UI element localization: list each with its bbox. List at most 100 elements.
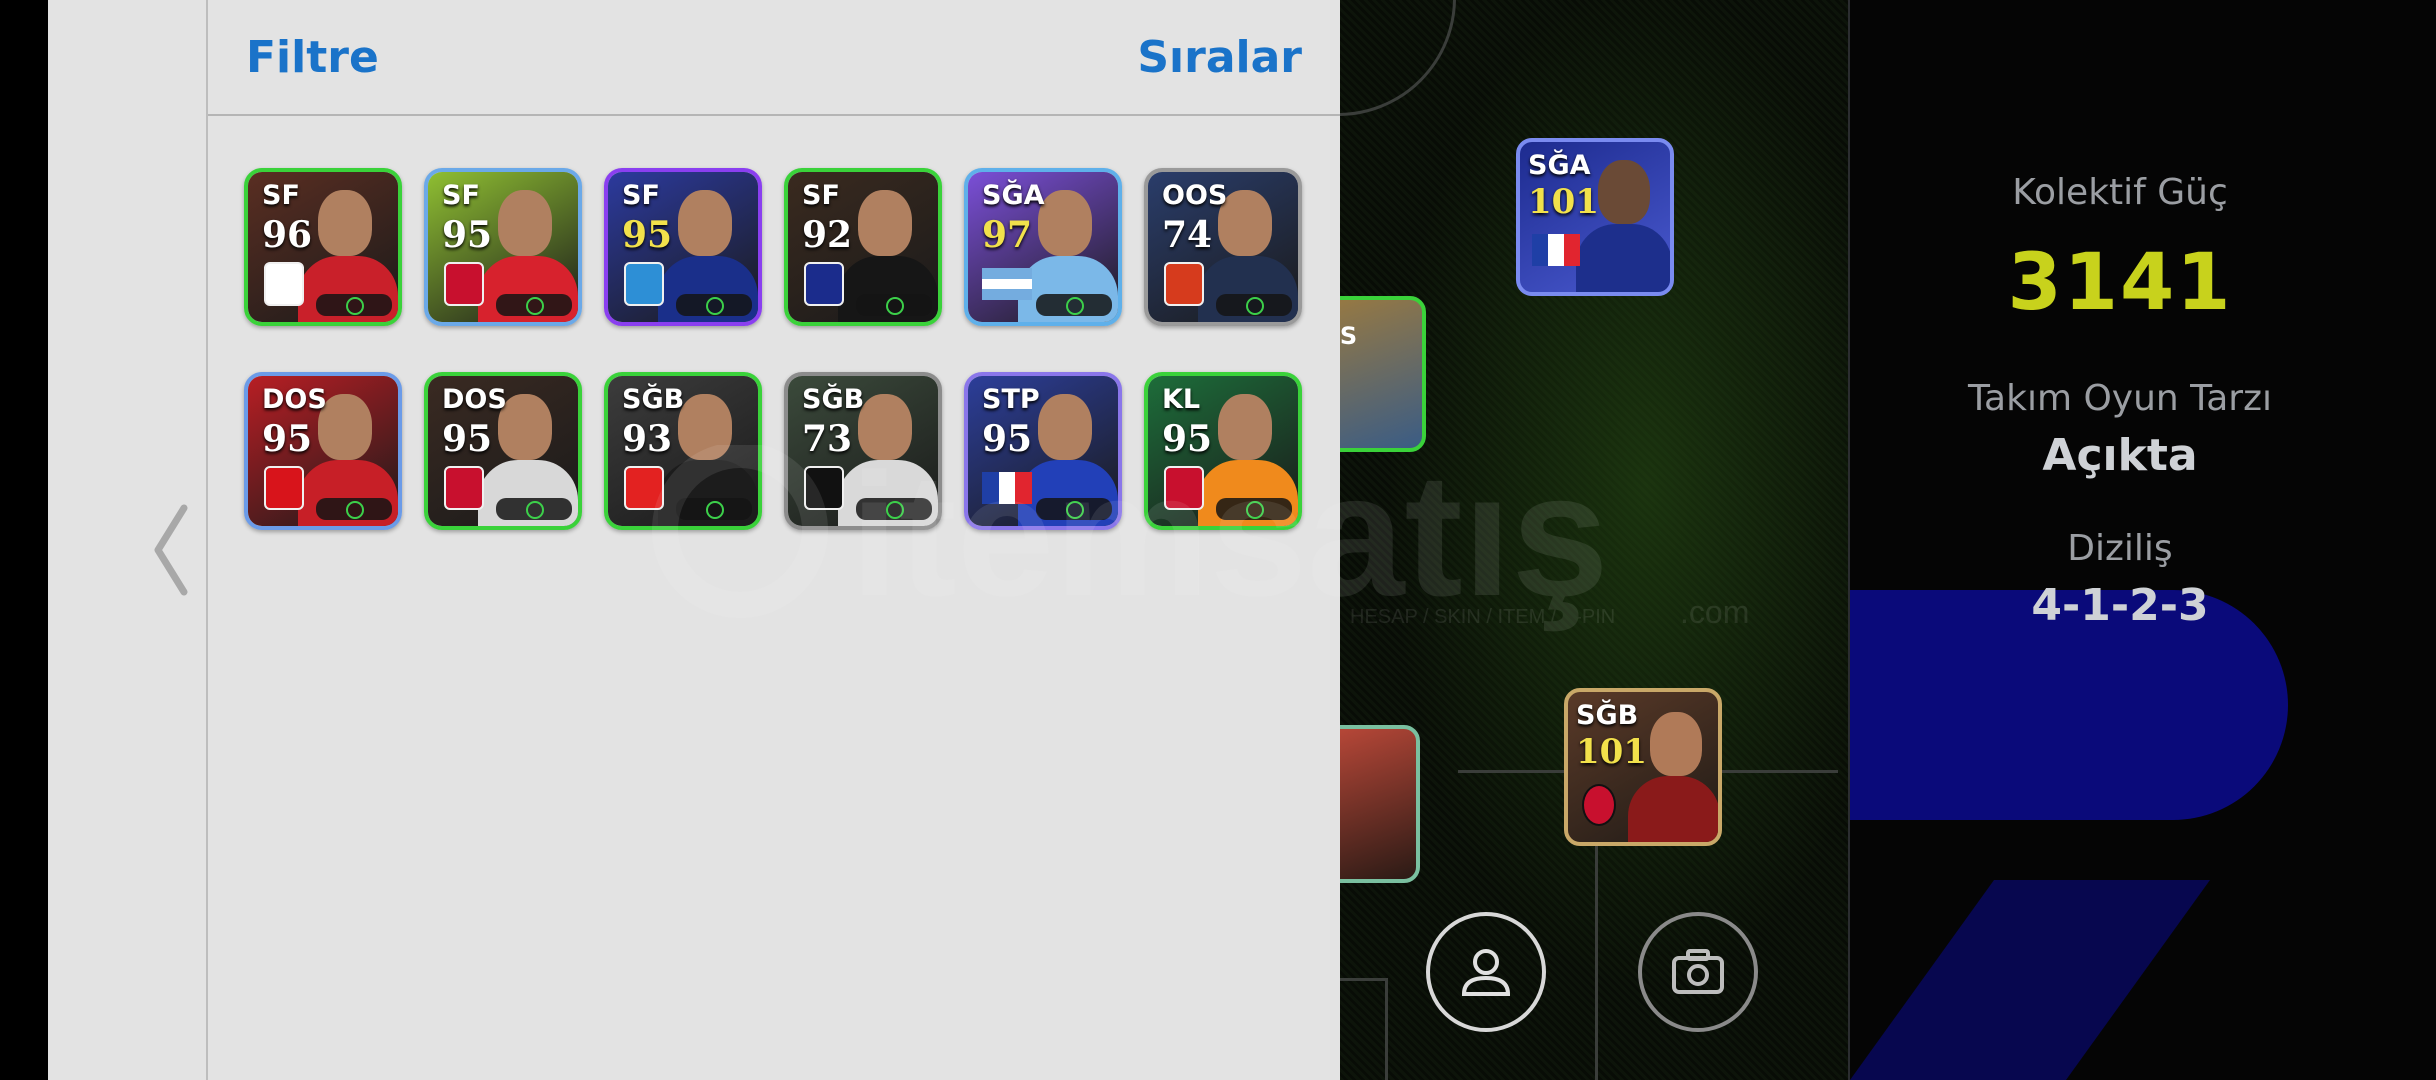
pitch-player-card-sga[interactable]: SĞA 101 bbox=[1516, 138, 1674, 296]
person-icon bbox=[1461, 949, 1511, 996]
club-badge-icon bbox=[624, 466, 664, 510]
player-card[interactable]: STP 95 bbox=[964, 372, 1122, 530]
chevron-left-icon[interactable] bbox=[150, 500, 190, 600]
player-rating: 95 bbox=[622, 214, 673, 256]
player-portrait bbox=[1218, 394, 1272, 460]
player-position: DOS bbox=[442, 384, 507, 415]
club-badge-icon bbox=[1582, 784, 1616, 826]
team-playstyle-value: Açıkta bbox=[2042, 430, 2198, 481]
card-skill-indicator bbox=[1036, 294, 1112, 316]
card-skill-indicator bbox=[856, 498, 932, 520]
panel-header: Filtre Sıralar bbox=[208, 0, 1340, 116]
profile-button[interactable] bbox=[1426, 912, 1546, 1032]
team-stats-panel: Kolektif Güç 3141 Takım Oyun Tarzı Açıkt… bbox=[1850, 0, 2436, 1080]
card-skill-indicator bbox=[676, 498, 752, 520]
player-position: OOS bbox=[1162, 180, 1228, 211]
player-portrait bbox=[498, 190, 552, 256]
player-portrait bbox=[678, 190, 732, 256]
player-card[interactable]: KL 95 bbox=[1144, 372, 1302, 530]
player-position: SĞB bbox=[622, 384, 685, 415]
club-badge-icon bbox=[1164, 262, 1204, 306]
player-rating: 92 bbox=[802, 214, 853, 256]
player-shirt bbox=[1628, 776, 1718, 842]
pitch-card-position: SĞB bbox=[1576, 700, 1639, 731]
player-portrait bbox=[1598, 160, 1650, 224]
player-card[interactable]: SF 95 bbox=[604, 168, 762, 326]
camera-button[interactable] bbox=[1638, 912, 1758, 1032]
player-position: SF bbox=[262, 180, 300, 211]
player-card[interactable]: SĞB 73 bbox=[784, 372, 942, 530]
club-badge-icon bbox=[624, 262, 664, 306]
pitch-player-card[interactable]: DS 2 bbox=[1340, 296, 1426, 452]
player-portrait bbox=[1038, 190, 1092, 256]
player-portrait bbox=[858, 394, 912, 460]
player-card[interactable]: SĞB 93 bbox=[604, 372, 762, 530]
player-rating: 95 bbox=[1162, 418, 1213, 460]
player-position: STP bbox=[982, 384, 1040, 415]
player-position: SF bbox=[622, 180, 660, 211]
card-skill-indicator bbox=[1216, 294, 1292, 316]
filter-button[interactable]: Filtre bbox=[246, 32, 379, 83]
card-skill-indicator bbox=[1216, 498, 1292, 520]
club-badge-icon bbox=[804, 466, 844, 510]
pitch-line bbox=[1340, 978, 1388, 981]
pitch-center-circle bbox=[1340, 0, 1456, 116]
player-card[interactable]: SĞA 97 bbox=[964, 168, 1122, 326]
club-badge-icon bbox=[264, 262, 304, 306]
player-card[interactable]: SF 95 bbox=[424, 168, 582, 326]
player-card[interactable]: SF 92 bbox=[784, 168, 942, 326]
player-position: DOS bbox=[262, 384, 327, 415]
camera-icon bbox=[1672, 949, 1724, 994]
player-position: SĞA bbox=[982, 180, 1045, 211]
player-shirt bbox=[1576, 224, 1670, 292]
player-position: SF bbox=[442, 180, 480, 211]
player-rating: 95 bbox=[982, 418, 1033, 460]
player-card[interactable]: OOS 74 bbox=[1144, 168, 1302, 326]
player-portrait bbox=[1038, 394, 1092, 460]
player-rating: 95 bbox=[442, 214, 493, 256]
france-flag-icon bbox=[1532, 234, 1580, 266]
player-rating: 93 bbox=[622, 418, 673, 460]
pitch-line bbox=[1385, 978, 1388, 1080]
team-playstyle-label: Takım Oyun Tarzı bbox=[1968, 378, 2272, 419]
player-position: SF bbox=[802, 180, 840, 211]
card-skill-indicator bbox=[856, 294, 932, 316]
collective-power-value: 3141 bbox=[2007, 238, 2233, 328]
player-portrait bbox=[1650, 712, 1702, 776]
decorative-blue-shape bbox=[1850, 880, 2210, 1080]
club-badge-icon bbox=[444, 262, 484, 306]
card-skill-indicator bbox=[316, 294, 392, 316]
pitch-card-position: SĞA bbox=[1528, 150, 1591, 181]
pitch-card-position: DS bbox=[1340, 322, 1358, 350]
card-skill-indicator bbox=[496, 498, 572, 520]
club-badge-icon bbox=[804, 262, 844, 306]
player-rating: 96 bbox=[262, 214, 313, 256]
sort-button[interactable]: Sıralar bbox=[1137, 32, 1302, 83]
player-portrait bbox=[318, 190, 372, 256]
player-card[interactable]: DOS 95 bbox=[244, 372, 402, 530]
argentina-flag-icon bbox=[982, 268, 1032, 301]
player-rating: 95 bbox=[262, 418, 313, 460]
player-portrait bbox=[678, 394, 732, 460]
pitch-card-rating: 101 bbox=[1528, 182, 1599, 222]
formation-value: 4-1-2-3 bbox=[2031, 580, 2209, 631]
player-portrait bbox=[858, 190, 912, 256]
card-skill-indicator bbox=[316, 498, 392, 520]
card-skill-indicator bbox=[496, 294, 572, 316]
club-badge-icon bbox=[444, 466, 484, 510]
pitch-player-card-sgb[interactable]: SĞB 101 bbox=[1564, 688, 1722, 846]
card-skill-indicator bbox=[1036, 498, 1112, 520]
pitch-player-card[interactable] bbox=[1340, 725, 1420, 883]
collective-power-label: Kolektif Güç bbox=[2012, 172, 2228, 213]
player-selection-panel: Filtre Sıralar SF 96 SF 95 SF 95 SF 92 SĞA 97 OOS 7… bbox=[208, 0, 1340, 1080]
formation-pitch: DS 2 SĞA 101 SĞB 101 bbox=[1340, 0, 1850, 1080]
card-skill-indicator bbox=[676, 294, 752, 316]
player-position: KL bbox=[1162, 384, 1201, 415]
player-card[interactable]: DOS 95 bbox=[424, 372, 582, 530]
player-rating: 95 bbox=[442, 418, 493, 460]
player-card[interactable]: SF 96 bbox=[244, 168, 402, 326]
pitch-card-rating: 101 bbox=[1576, 732, 1647, 772]
france-flag-icon bbox=[982, 472, 1033, 504]
player-rating: 97 bbox=[982, 214, 1033, 256]
player-position: SĞB bbox=[802, 384, 865, 415]
